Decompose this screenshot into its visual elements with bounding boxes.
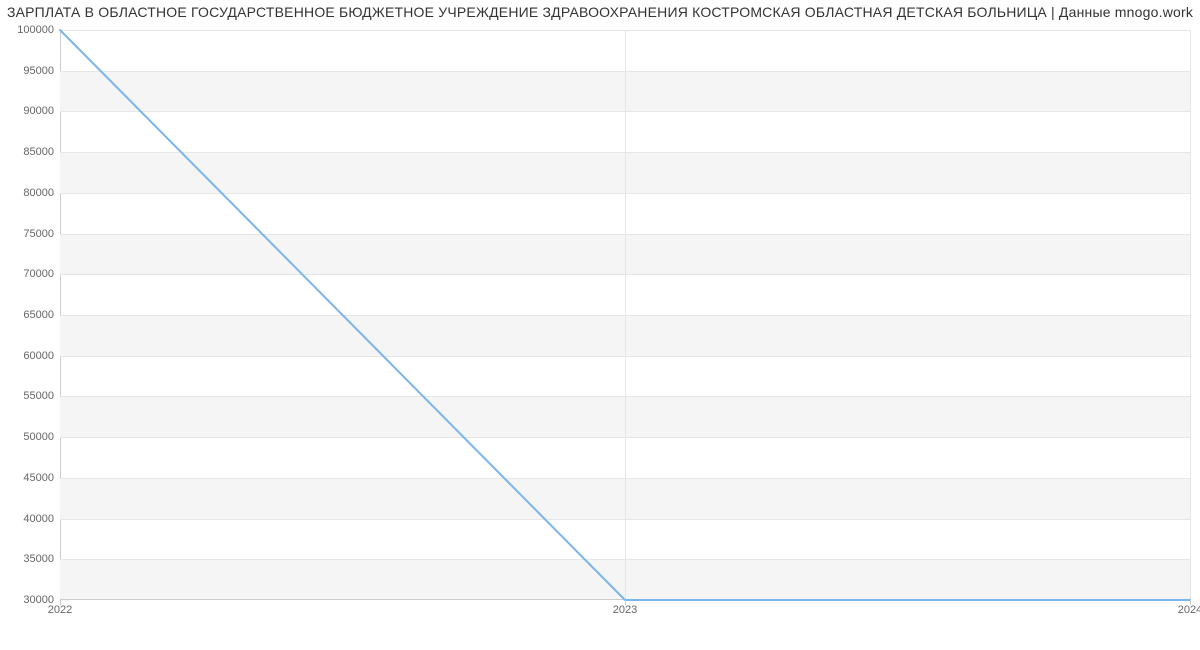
x-tick-label: 2023 [613, 604, 637, 616]
chart-title: ЗАРПЛАТА В ОБЛАСТНОЕ ГОСУДАРСТВЕННОЕ БЮД… [0, 4, 1200, 20]
y-tick-label: 70000 [0, 268, 54, 280]
chart-container: ЗАРПЛАТА В ОБЛАСТНОЕ ГОСУДАРСТВЕННОЕ БЮД… [0, 0, 1200, 650]
y-tick-label: 60000 [0, 350, 54, 362]
chart-series [60, 30, 1190, 600]
y-tick-label: 45000 [0, 472, 54, 484]
y-tick-label: 35000 [0, 553, 54, 565]
x-tick-label: 2024 [1178, 604, 1200, 616]
y-tick-label: 30000 [0, 594, 54, 606]
y-tick-label: 65000 [0, 309, 54, 321]
y-tick-label: 80000 [0, 187, 54, 199]
y-tick-label: 100000 [0, 24, 54, 36]
grid-line-vertical [1190, 30, 1191, 600]
y-tick-label: 75000 [0, 228, 54, 240]
series-line [60, 30, 1190, 600]
y-tick-label: 50000 [0, 431, 54, 443]
y-tick-label: 95000 [0, 65, 54, 77]
y-tick-label: 85000 [0, 146, 54, 158]
y-tick-label: 40000 [0, 513, 54, 525]
y-tick-label: 55000 [0, 390, 54, 402]
plot-area [60, 30, 1190, 600]
y-tick-label: 90000 [0, 105, 54, 117]
